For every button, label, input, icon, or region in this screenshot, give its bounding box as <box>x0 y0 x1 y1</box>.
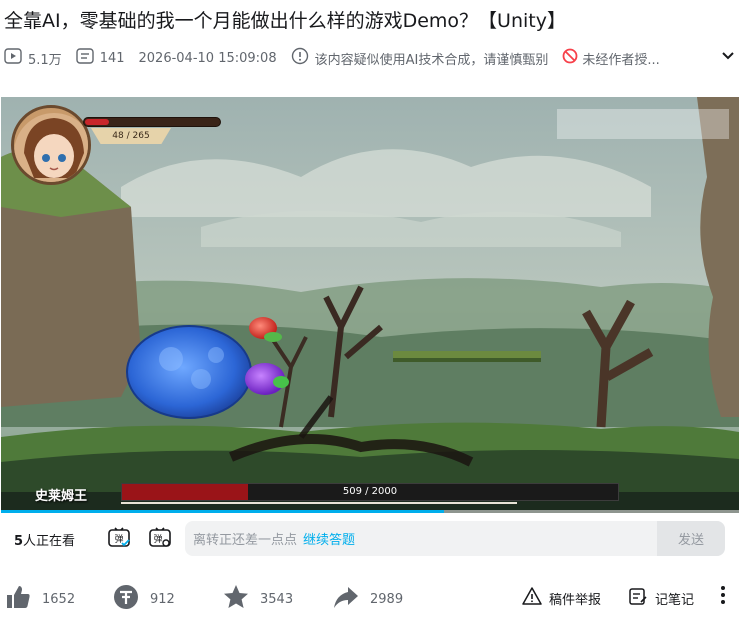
boss-stamina-bar <box>121 502 517 504</box>
danmaku-count: 141 <box>75 48 125 68</box>
boss-hp-bar: 509 / 2000 <box>121 483 619 501</box>
note-icon <box>628 586 655 610</box>
favorite-count: 3543 <box>260 591 294 607</box>
coin-icon <box>112 583 150 615</box>
viewer-count: 5人正在看 <box>14 530 75 549</box>
thumbs-up-icon <box>4 583 42 615</box>
danmaku-count-value: 141 <box>99 50 125 66</box>
favorite-button[interactable]: 3543 <box>222 583 293 615</box>
video-actions: 1652 912 3543 2989 稿件举报 记笔记 <box>0 577 749 617</box>
danmaku-input-placeholder: 离转正还差一点点 <box>193 533 298 548</box>
svg-text:弹: 弹 <box>153 533 162 545</box>
watermark-overlay <box>557 109 729 139</box>
viewer-count-number: 5 <box>14 534 24 549</box>
note-label: 记笔记 <box>655 592 695 608</box>
like-count: 1652 <box>42 591 76 607</box>
video-title: 全靠AI，零基础的我一个月能做出什么样的游戏Demo？【Unity】 <box>4 10 566 32</box>
chevron-down-icon[interactable] <box>720 47 736 67</box>
danmaku-count-icon <box>75 48 100 68</box>
danmaku-bar: 5人正在看 弹 弹 离转正还差一点点 继续答题 发送 <box>0 513 749 561</box>
no-repost-icon <box>562 48 582 68</box>
danmaku-settings-icon[interactable]: 弹 <box>148 526 172 554</box>
send-button[interactable]: 发送 <box>657 521 725 556</box>
viewer-count-suffix: 人正在看 <box>23 534 76 549</box>
video-meta-row: 5.1万 141 2026-04-10 15:09:08 该内容疑似使用AI技术… <box>4 47 744 69</box>
ai-notice[interactable]: 该内容疑似使用AI技术合成，请谨慎甄别 <box>291 47 549 69</box>
star-icon <box>222 583 260 615</box>
video-player[interactable]: 48 / 265 史莱姆王 509 / 2000 <box>1 97 739 513</box>
boss-hp-text: 509 / 2000 <box>342 486 398 497</box>
danmaku-toggle-icon[interactable]: 弹 <box>107 526 131 554</box>
player-hp-text: 48 / 265 <box>91 128 171 144</box>
coin-count: 912 <box>150 591 175 607</box>
publish-time: 2026-04-10 15:09:08 <box>138 50 277 66</box>
more-options-icon[interactable] <box>720 585 726 609</box>
share-count: 2989 <box>370 591 404 607</box>
repost-notice[interactable]: 未经作者授... <box>562 48 660 68</box>
note-button[interactable]: 记笔记 <box>628 586 694 610</box>
player-hp-bar <box>83 117 221 127</box>
report-label: 稿件举报 <box>549 592 602 608</box>
coin-button[interactable]: 912 <box>112 583 175 615</box>
ai-notice-text: 该内容疑似使用AI技术合成，请谨慎甄别 <box>314 52 549 68</box>
repost-notice-text: 未经作者授... <box>582 52 660 68</box>
player-hp-fill <box>85 119 110 125</box>
boss-name: 史莱姆王 <box>35 489 88 504</box>
danmaku-input[interactable]: 离转正还差一点点 继续答题 发送 <box>185 521 725 556</box>
report-button[interactable]: 稿件举报 <box>522 586 601 610</box>
like-button[interactable]: 1652 <box>4 583 75 615</box>
warning-triangle-icon <box>522 586 549 610</box>
player-hp-hud: 48 / 265 <box>83 111 221 147</box>
view-count: 5.1万 <box>4 48 62 68</box>
share-button[interactable]: 2989 <box>332 583 403 615</box>
view-count-value: 5.1万 <box>28 52 62 68</box>
info-circle-icon <box>291 47 315 69</box>
play-count-icon <box>4 48 28 68</box>
player-portrait <box>11 105 91 185</box>
continue-quiz-link[interactable]: 继续答题 <box>303 529 355 548</box>
game-scene-frame <box>1 97 739 513</box>
share-arrow-icon <box>332 583 370 615</box>
